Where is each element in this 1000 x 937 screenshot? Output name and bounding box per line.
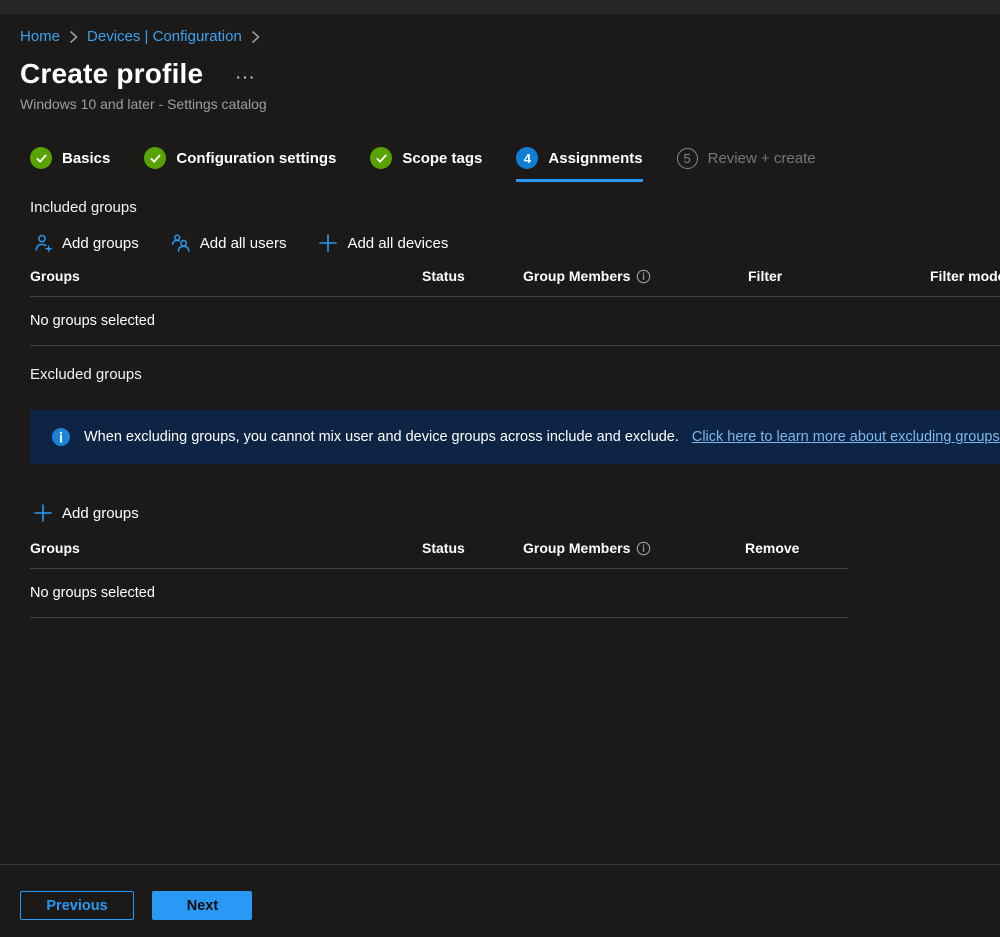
- excluded-table-header: Groups Status Group Members Remove: [30, 540, 848, 569]
- add-groups-link[interactable]: Add groups: [33, 233, 139, 253]
- tab-review-create: 5 Review + create: [677, 148, 816, 182]
- add-all-devices-label: Add all devices: [347, 235, 448, 252]
- add-groups-label: Add groups: [62, 235, 139, 252]
- included-table-empty-row: No groups selected: [30, 297, 1000, 346]
- chevron-right-icon: [69, 30, 78, 44]
- next-button[interactable]: Next: [152, 891, 252, 920]
- more-menu-icon[interactable]: ···: [236, 69, 256, 85]
- column-status: Status: [422, 540, 523, 556]
- add-all-devices-link[interactable]: Add all devices: [318, 233, 448, 253]
- column-group-members-label: Group Members: [523, 540, 630, 556]
- info-icon[interactable]: [636, 541, 651, 556]
- tab-assignments-label: Assignments: [548, 150, 642, 167]
- info-icon[interactable]: [636, 269, 651, 284]
- included-table-header: Groups Status Group Members Filter Filte…: [30, 268, 1000, 297]
- tab-scope-tags-label: Scope tags: [402, 150, 482, 167]
- breadcrumb-home-link[interactable]: Home: [20, 28, 60, 45]
- info-icon: [51, 427, 71, 447]
- excluded-groups-actions: Add groups: [33, 503, 1000, 523]
- column-remove: Remove: [745, 540, 848, 556]
- info-banner-text: When excluding groups, you cannot mix us…: [84, 429, 679, 445]
- info-banner-learn-more-link[interactable]: Click here to learn more about excluding…: [692, 429, 1000, 445]
- column-group-members-label: Group Members: [523, 268, 630, 284]
- person-add-icon: [33, 233, 53, 253]
- chevron-right-icon: [251, 30, 260, 44]
- excluded-groups-table: Groups Status Group Members Remove No gr…: [30, 540, 848, 618]
- step-number-badge: 5: [677, 148, 698, 169]
- column-groups: Groups: [30, 268, 422, 284]
- tab-basics[interactable]: Basics: [30, 147, 110, 182]
- wizard-steps: Basics Configuration settings Scope tags…: [30, 147, 1000, 182]
- column-group-members: Group Members: [523, 268, 748, 284]
- check-icon: [144, 147, 166, 169]
- included-groups-table: Groups Status Group Members Filter Filte…: [30, 268, 1000, 346]
- breadcrumb: Home Devices | Configuration: [20, 28, 1000, 45]
- tab-basics-label: Basics: [62, 150, 110, 167]
- column-groups: Groups: [30, 540, 422, 556]
- add-groups-link-excluded[interactable]: Add groups: [33, 503, 139, 523]
- add-groups-excluded-label: Add groups: [62, 505, 139, 522]
- people-icon: [171, 233, 191, 253]
- no-groups-selected-text: No groups selected: [30, 585, 422, 601]
- step-number-badge: 4: [516, 147, 538, 169]
- included-groups-heading: Included groups: [30, 199, 1000, 216]
- no-groups-selected-text: No groups selected: [30, 313, 422, 329]
- title-row: Create profile ···: [20, 58, 1000, 90]
- info-banner: When excluding groups, you cannot mix us…: [30, 410, 1000, 464]
- column-group-members: Group Members: [523, 540, 745, 556]
- included-groups-actions: Add groups Add all users Add all devices: [33, 233, 1000, 253]
- plus-icon: [33, 503, 53, 523]
- tab-assignments[interactable]: 4 Assignments: [516, 147, 642, 182]
- previous-button[interactable]: Previous: [20, 891, 134, 920]
- add-all-users-link[interactable]: Add all users: [171, 233, 287, 253]
- plus-icon: [318, 233, 338, 253]
- excluded-groups-heading: Excluded groups: [30, 366, 1000, 383]
- top-bar: [0, 0, 1000, 14]
- main-content: Home Devices | Configuration Create prof…: [0, 28, 1000, 618]
- tab-configuration-settings[interactable]: Configuration settings: [144, 147, 336, 182]
- wizard-footer: Previous Next: [0, 864, 1000, 937]
- breadcrumb-devices-configuration-link[interactable]: Devices | Configuration: [87, 28, 242, 45]
- column-filter: Filter: [748, 268, 930, 284]
- excluded-table-empty-row: No groups selected: [30, 569, 848, 618]
- page-subtitle: Windows 10 and later - Settings catalog: [20, 96, 1000, 112]
- column-status: Status: [422, 268, 523, 284]
- page-title: Create profile: [20, 58, 203, 90]
- column-filter-mode: Filter mode: [930, 268, 1000, 284]
- tab-scope-tags[interactable]: Scope tags: [370, 147, 482, 182]
- check-icon: [30, 147, 52, 169]
- tab-review-create-label: Review + create: [708, 150, 816, 167]
- check-icon: [370, 147, 392, 169]
- add-all-users-label: Add all users: [200, 235, 287, 252]
- tab-configuration-settings-label: Configuration settings: [176, 150, 336, 167]
